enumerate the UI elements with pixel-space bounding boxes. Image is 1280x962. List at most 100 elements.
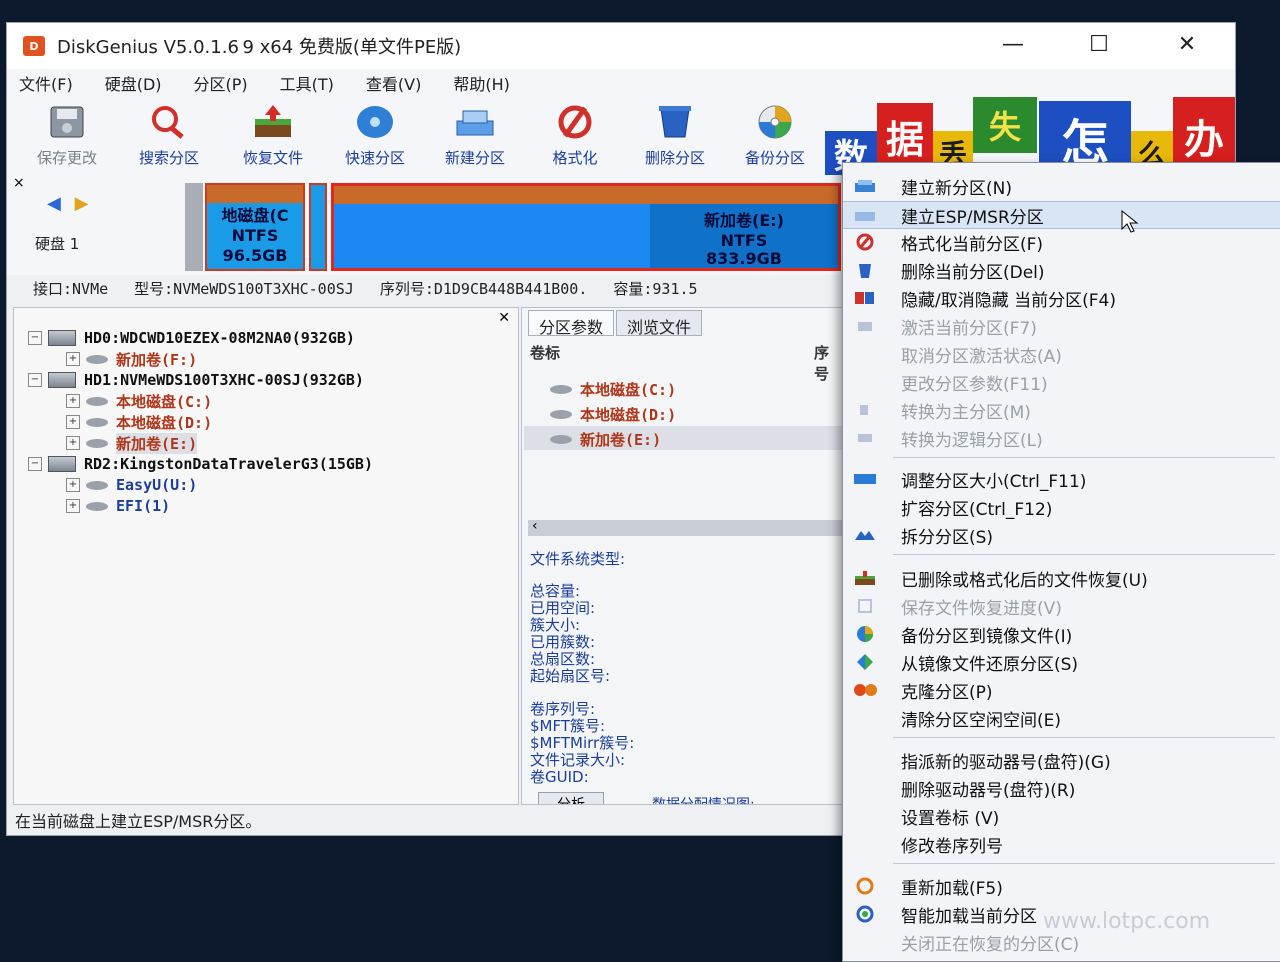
save-progress-icon [853, 597, 877, 615]
partition-label-efi: EFI(1) [116, 497, 171, 515]
menu-extend-partition[interactable]: 扩容分区(Ctrl_F12) [843, 494, 1280, 520]
menu-reload[interactable]: 重新加载(F5) [843, 873, 1280, 899]
column-header-volume[interactable]: 卷标 [530, 342, 560, 363]
save-changes-button[interactable]: 保存更改 [19, 103, 115, 171]
menu-file-recovery[interactable]: 已删除或格式化后的文件恢复(U) [843, 565, 1280, 591]
menu-help[interactable]: 帮助(H) [453, 71, 510, 95]
menu-separator [893, 554, 1275, 555]
menu-create-esp-msr[interactable]: 建立ESP/MSR分区 [843, 201, 1280, 233]
menu-disk[interactable]: 硬盘(D) [105, 71, 162, 95]
save-icon [50, 106, 84, 138]
minimize-button[interactable]: — [991, 29, 1035, 59]
part-c-name: 地磁盘(C [221, 206, 289, 225]
tree-close-icon[interactable]: ✕ [498, 310, 510, 326]
partition-d-block[interactable] [309, 183, 327, 271]
panel-close-icon[interactable]: × [13, 175, 25, 191]
tree-partition-f[interactable]: + 新加卷(F:) [66, 349, 197, 369]
menu-deactivate-partition[interactable]: 取消分区激活状态(A) [843, 341, 1280, 367]
tree-disk-hd1[interactable]: − HD1:NVMeWDS100T3XHC-00SJ(932GB) [28, 370, 364, 390]
column-header-seq[interactable]: 序号 [814, 342, 842, 384]
menu-activate-partition[interactable]: 激活当前分区(F7) [843, 313, 1280, 339]
prop-volume-guid: 卷GUID: [530, 768, 589, 786]
menu-file[interactable]: 文件(F) [19, 71, 73, 95]
partition-c-block[interactable]: 地磁盘(C NTFS 96.5GB [205, 183, 305, 271]
search-partition-button[interactable]: 搜索分区 [121, 103, 217, 171]
partition-icon [550, 384, 572, 394]
menu-convert-primary[interactable]: 转换为主分区(M) [843, 397, 1280, 423]
harddisk-icon [48, 330, 76, 346]
expand-icon[interactable]: + [66, 478, 80, 492]
recover-label: 恢复文件 [242, 149, 303, 167]
horizontal-scrollbar[interactable]: ‹ [528, 518, 842, 536]
part-c-size: 96.5GB [222, 246, 288, 265]
disk-tree: ✕ − HD0:WDCWD10EZEX-08M2NA0(932GB) + 新加卷(F… [13, 307, 519, 805]
expand-icon[interactable]: + [66, 415, 80, 429]
prev-disk-icon[interactable]: ◀ [47, 193, 61, 214]
format-button[interactable]: 格式化 [527, 103, 623, 171]
menu-assign-drive-letter[interactable]: 指派新的驱动器号(盘符)(G) [843, 747, 1280, 773]
smart-load-icon [853, 905, 877, 923]
disk-label: 硬盘 1 [35, 235, 80, 253]
menu-restore-from-image[interactable]: 从镜像文件还原分区(S) [843, 649, 1280, 675]
menu-delete-partition[interactable]: 删除当前分区(Del) [843, 257, 1280, 283]
menu-convert-logical[interactable]: 转换为逻辑分区(L) [843, 425, 1280, 451]
scroll-left-icon[interactable]: ‹ [532, 518, 538, 534]
delete-partition-button[interactable]: 删除分区 [627, 103, 723, 171]
menu-change-serial[interactable]: 修改卷序列号 [843, 831, 1280, 857]
next-disk-icon[interactable]: ▶ [75, 193, 89, 214]
tree-partition-c[interactable]: + 本地磁盘(C:) [66, 391, 212, 411]
tree-partition-efi[interactable]: + EFI(1) [66, 496, 170, 516]
tree-partition-e[interactable]: + 新加卷(E:) [66, 432, 198, 454]
collapse-icon[interactable]: − [28, 331, 42, 345]
part-e-size: 833.9GB [706, 249, 782, 268]
collapse-icon[interactable]: − [28, 457, 42, 471]
tree-disk-rd2[interactable]: − RD2:KingstonDataTravelerG3(15GB) [28, 454, 373, 474]
new-partition-button[interactable]: 新建分区 [427, 103, 523, 171]
close-button[interactable]: ✕ [1165, 29, 1209, 59]
menu-change-params[interactable]: 更改分区参数(F11) [843, 369, 1280, 395]
disk-nav: ◀ ▶ [47, 193, 88, 214]
menu-format-partition[interactable]: 格式化当前分区(F) [843, 229, 1280, 255]
menu-partition[interactable]: 分区(P) [194, 71, 248, 95]
tab-browse-files[interactable]: 浏览文件 [616, 310, 703, 337]
volume-row-c[interactable]: 本地磁盘(C:) [550, 378, 676, 400]
expand-icon[interactable]: + [66, 436, 80, 450]
part-e-name: 新加卷(E:) [704, 211, 784, 230]
expand-icon[interactable]: + [66, 352, 80, 366]
volume-row-d[interactable]: 本地磁盘(D:) [550, 403, 676, 425]
menu-backup-to-image[interactable]: 备份分区到镜像文件(I) [843, 621, 1280, 647]
backup-disc-icon [853, 625, 877, 643]
menu-tools[interactable]: 工具(T) [280, 71, 334, 95]
partition-context-menu: 建立新分区(N) 建立ESP/MSR分区 格式化当前分区(F) 删除当前分区(D… [842, 162, 1280, 962]
menu-view[interactable]: 查看(V) [366, 71, 421, 95]
recover-files-button[interactable]: 恢复文件 [225, 103, 321, 171]
backup-label: 备份分区 [744, 149, 805, 167]
menu-save-recovery-progress[interactable]: 保存文件恢复进度(V) [843, 593, 1280, 619]
expand-icon[interactable]: + [66, 499, 80, 513]
menu-split-partition[interactable]: 拆分分区(S) [843, 522, 1280, 548]
backup-partition-button[interactable]: 备份分区 [727, 103, 823, 171]
analyze-button[interactable]: 分析 [538, 792, 604, 804]
trash-icon [659, 106, 691, 138]
volume-row-e[interactable]: 新加卷(E:) [550, 428, 661, 450]
menu-create-partition[interactable]: 建立新分区(N) [843, 173, 1280, 199]
disk-label-hd1: HD1:NVMeWDS100T3XHC-00SJ(932GB) [84, 371, 364, 389]
menu-hide-partition[interactable]: 隐藏/取消隐藏 当前分区(F4) [843, 285, 1280, 311]
tree-disk-hd0[interactable]: − HD0:WDCWD10EZEX-08M2NA0(932GB) [28, 328, 355, 348]
tab-partition-params[interactable]: 分区参数 [528, 310, 615, 337]
tree-partition-u[interactable]: + EasyU(U:) [66, 475, 197, 495]
unallocated-block[interactable] [185, 183, 203, 271]
tree-partition-d[interactable]: + 本地磁盘(D:) [66, 412, 212, 432]
expand-icon[interactable]: + [66, 394, 80, 408]
menu-clone-partition[interactable]: 克隆分区(P) [843, 677, 1280, 703]
menu-wipe-free-space[interactable]: 清除分区空闲空间(E) [843, 705, 1280, 731]
partition-e-block[interactable]: 新加卷(E:) NTFS 833.9GB [331, 183, 841, 271]
menu-remove-drive-letter[interactable]: 删除驱动器号(盘符)(R) [843, 775, 1280, 801]
menu-resize-partition[interactable]: 调整分区大小(Ctrl_F11) [843, 466, 1280, 492]
collapse-icon[interactable]: − [28, 373, 42, 387]
menu-set-volume-label[interactable]: 设置卷标 (V) [843, 803, 1280, 829]
convert-primary-icon [853, 401, 877, 419]
quick-partition-button[interactable]: 快速分区 [327, 103, 423, 171]
partition-icon [86, 501, 108, 511]
maximize-button[interactable]: ☐ [1077, 29, 1121, 59]
